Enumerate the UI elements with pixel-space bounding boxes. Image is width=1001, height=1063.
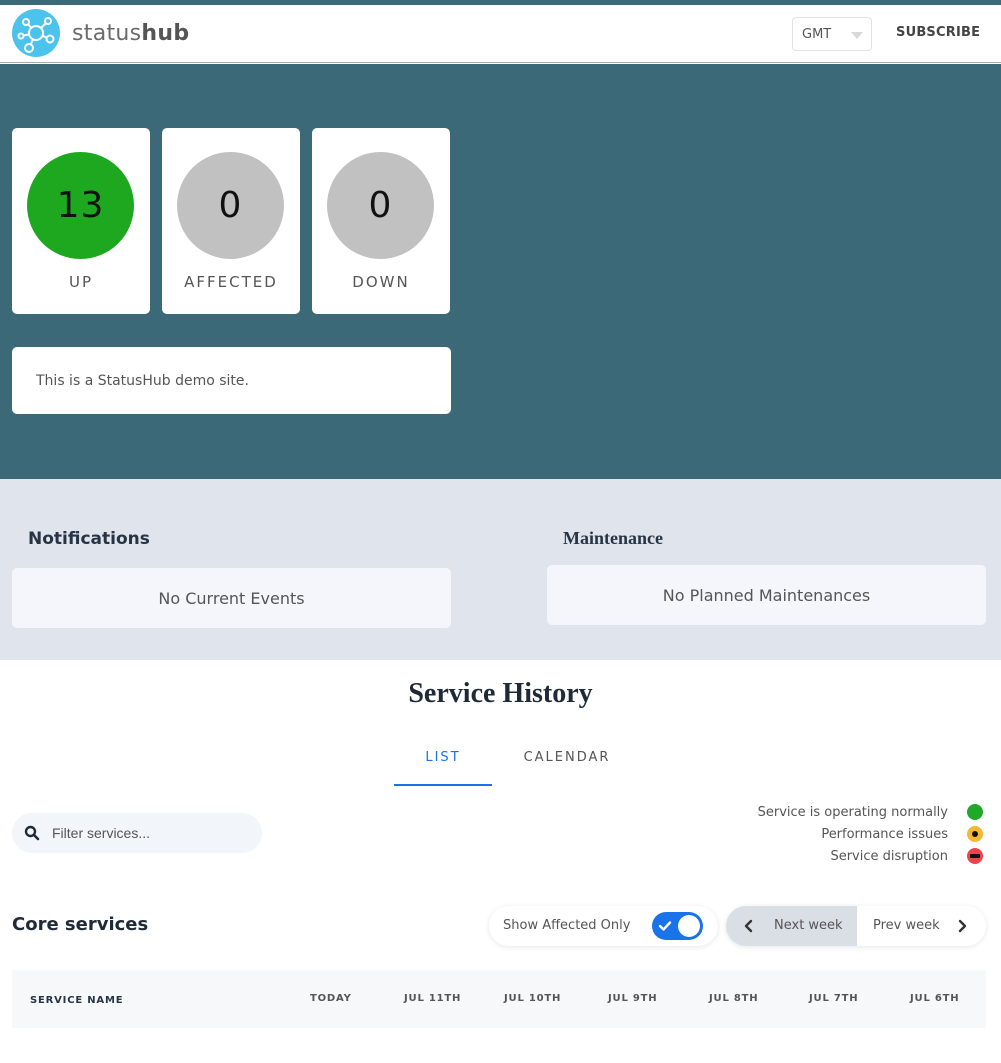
service-group-title: Core services (12, 914, 149, 935)
subscribe-button[interactable]: SUBSCRIBE (896, 25, 980, 40)
legend-label: Performance issues (821, 826, 948, 842)
column-header-day: JUL 11TH (404, 993, 462, 1004)
caret-down-icon (851, 32, 863, 39)
filter-services-input[interactable] (52, 823, 252, 843)
status-disruption-icon (967, 848, 983, 864)
stat-count-down: 0 (327, 152, 434, 259)
status-performance-icon (967, 826, 983, 842)
navbar: statushub GMT SUBSCRIBE (0, 5, 1001, 63)
week-navigation: Next week Prev week (726, 906, 986, 946)
brand-name-bold: hub (141, 20, 190, 46)
notifications-title: Notifications (28, 529, 150, 549)
logo[interactable]: statushub (12, 9, 189, 57)
prev-week-label: Prev week (873, 918, 940, 933)
stat-count-affected: 0 (177, 152, 284, 259)
show-affected-label: Show Affected Only (503, 918, 631, 933)
show-affected-toggle[interactable] (652, 912, 703, 940)
brand-name: statushub (72, 21, 189, 46)
toggle-knob (678, 915, 700, 937)
stat-card-down: 0 DOWN (312, 128, 450, 314)
timezone-select[interactable]: GMT (792, 17, 872, 51)
filter-services (12, 813, 262, 853)
stat-label-down: DOWN (352, 273, 410, 291)
announcement-card: This is a StatusHub demo site. (12, 347, 451, 414)
announcement-text: This is a StatusHub demo site. (36, 373, 249, 389)
tab-list[interactable]: LIST (394, 750, 492, 786)
chevron-left-icon (744, 919, 753, 933)
search-icon (24, 825, 40, 841)
column-header-today: TODAY (310, 993, 352, 1004)
notifications-empty-text: No Current Events (158, 588, 305, 608)
status-overview: 13 UP 0 AFFECTED 0 DOWN This is a Status… (0, 64, 1001, 479)
stat-label-up: UP (68, 273, 94, 291)
service-table-header: SERVICE NAME TODAY JUL 11TH JUL 10TH JUL… (12, 970, 986, 1028)
next-week-button[interactable]: Next week (726, 906, 857, 946)
status-operational-icon (967, 804, 983, 820)
checkmark-icon (658, 921, 672, 931)
tab-calendar[interactable]: CALENDAR (516, 750, 618, 765)
notifications-empty-box: No Current Events (12, 568, 451, 628)
column-header-service-name: SERVICE NAME (30, 995, 124, 1006)
timezone-value: GMT (802, 27, 832, 42)
maintenance-empty-text: No Planned Maintenances (662, 585, 871, 605)
legend-item-operational: Service is operating normally (758, 801, 983, 823)
stat-card-up: 13 UP (12, 128, 150, 314)
stat-card-affected: 0 AFFECTED (162, 128, 300, 314)
column-header-day: JUL 9TH (608, 993, 658, 1004)
legend-label: Service is operating normally (757, 804, 948, 820)
maintenance-title: Maintenance (563, 528, 663, 548)
statushub-logo-icon (12, 9, 60, 57)
prev-week-button[interactable]: Prev week (857, 906, 986, 946)
legend-label: Service disruption (830, 848, 948, 864)
maintenance-empty-box: No Planned Maintenances (547, 565, 986, 625)
service-history-title: Service History (408, 678, 593, 709)
legend-item-degraded: Performance issues (758, 823, 983, 845)
show-affected-control: Show Affected Only (489, 906, 718, 946)
brand-name-light: status (72, 20, 142, 46)
stat-count-up: 13 (27, 152, 134, 259)
events-section: Notifications No Current Events Maintena… (0, 479, 1001, 660)
legend-item-disruption: Service disruption (758, 845, 983, 867)
column-header-day: JUL 10TH (504, 993, 562, 1004)
column-header-day: JUL 7TH (809, 993, 859, 1004)
next-week-label: Next week (774, 918, 843, 933)
stat-label-affected: AFFECTED (184, 273, 278, 291)
column-header-day: JUL 8TH (709, 993, 759, 1004)
status-legend: Service is operating normally Performanc… (758, 801, 983, 867)
chevron-right-icon (958, 919, 967, 933)
column-header-day: JUL 6TH (910, 993, 960, 1004)
